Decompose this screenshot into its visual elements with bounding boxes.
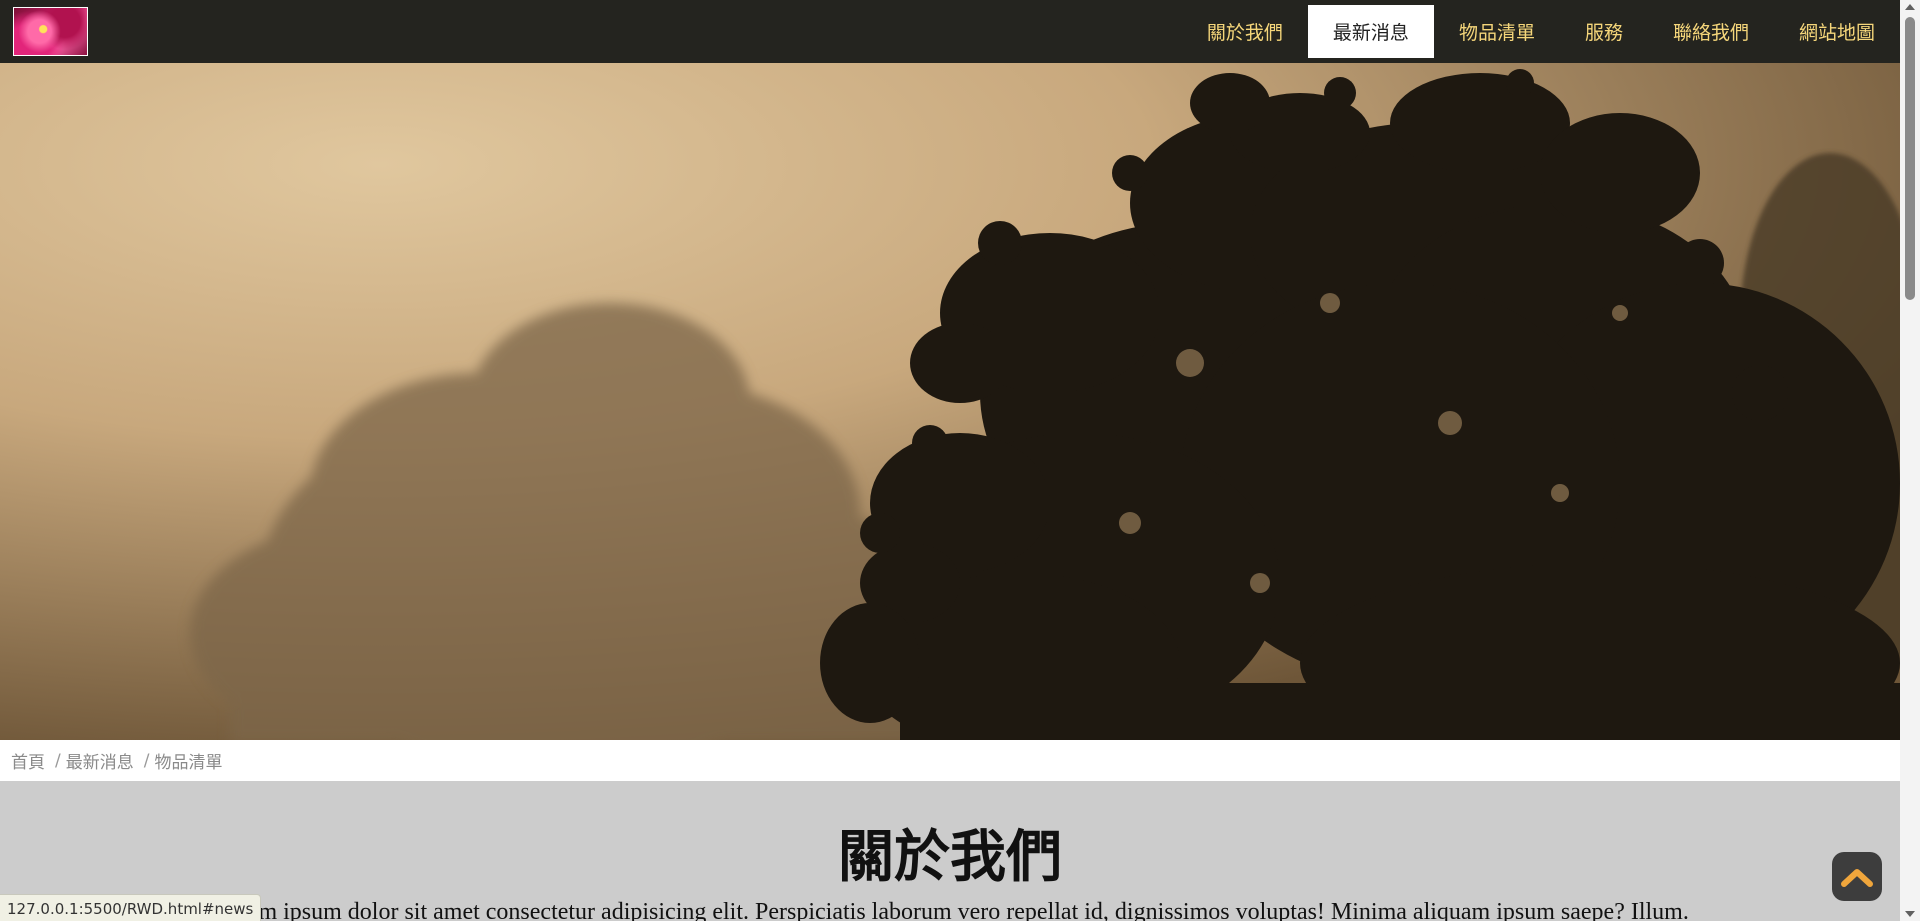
vertical-scrollbar[interactable] [1900,0,1920,921]
page: 關於我們 最新消息 物品清單 服務 聯絡我們 網站地圖 首頁 / 最新消息 / … [0,0,1900,921]
breadcrumb-items[interactable]: 物品清單 [154,748,222,773]
section-paragraph: Lorem ipsum dolor sit amet consectetur a… [213,899,1689,921]
nav-item-news[interactable]: 最新消息 [1307,5,1434,58]
back-to-top-button[interactable] [1832,852,1882,901]
link-status-bar: 127.0.0.1:5500/RWD.html#news [0,894,262,921]
nav-item-services[interactable]: 服務 [1560,5,1648,58]
breadcrumb: 首頁 / 最新消息 / 物品清單 [0,740,1900,781]
scroll-thumb[interactable] [1905,17,1915,300]
breadcrumb-separator: / [143,750,150,771]
site-logo[interactable] [13,7,88,56]
main-nav: 關於我們 最新消息 物品清單 服務 聯絡我們 網站地圖 [1182,5,1900,58]
section-title: 關於我們 [838,825,1062,890]
nav-item-about[interactable]: 關於我們 [1182,5,1308,58]
about-section: 關於我們 Lorem ipsum dolor sit amet consecte… [0,781,1900,921]
navbar: 關於我們 最新消息 物品清單 服務 聯絡我們 網站地圖 [0,0,1900,63]
scroll-down-arrow[interactable] [1905,911,1915,917]
nav-item-items[interactable]: 物品清單 [1434,5,1560,58]
nav-item-contact[interactable]: 聯絡我們 [1648,5,1774,58]
foggy-trees-illustration [0,63,1900,740]
scroll-up-arrow[interactable] [1905,4,1915,10]
breadcrumb-news[interactable]: 最新消息 [66,748,134,773]
breadcrumb-separator: / [55,750,61,771]
chevron-up-icon [1841,868,1873,887]
nav-item-sitemap[interactable]: 網站地圖 [1774,5,1900,58]
hero-banner-image [0,63,1900,740]
breadcrumb-home[interactable]: 首頁 [11,748,45,773]
